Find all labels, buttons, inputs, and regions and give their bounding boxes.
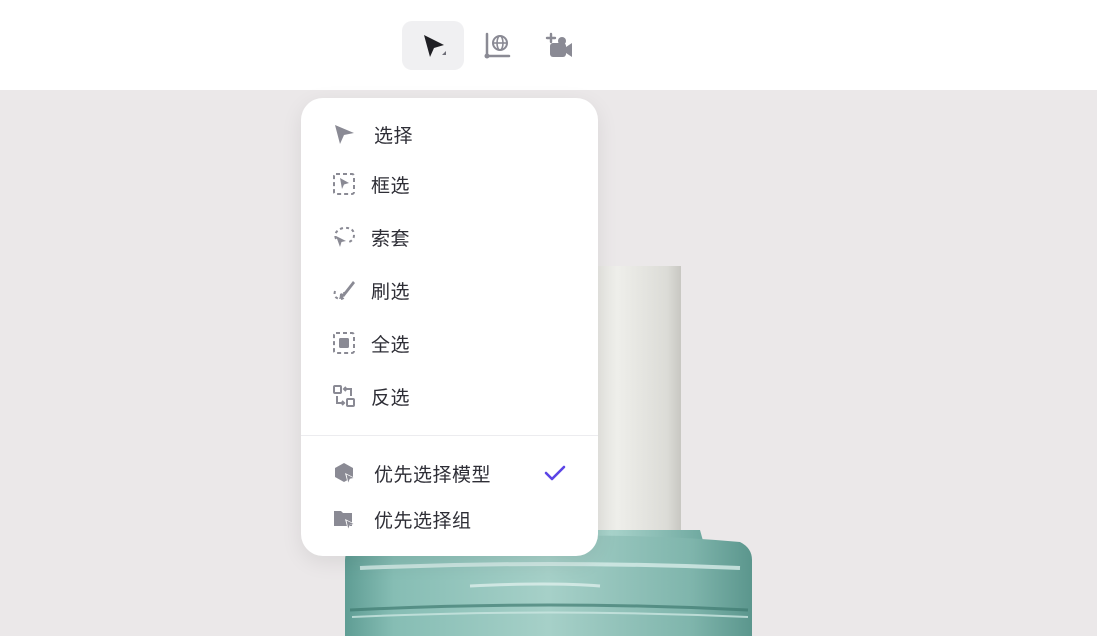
menu-item-label: 优先选择模型: [374, 463, 492, 486]
menu-item-label: 索套: [371, 227, 411, 250]
menu-item-label: 选择: [374, 124, 414, 147]
checkmark-icon: [543, 461, 567, 485]
world-axis-tool-button[interactable]: [466, 21, 528, 70]
menu-item-select[interactable]: 选择: [301, 112, 598, 156]
group-priority-icon: [332, 507, 356, 531]
add-camera-icon: [542, 29, 576, 63]
menu-item-label: 优先选择组: [374, 509, 472, 532]
menu-item-select-all[interactable]: 全选: [301, 321, 598, 365]
menu-item-label: 刷选: [371, 280, 411, 303]
box-select-icon: [332, 172, 356, 196]
model-priority-icon: [332, 461, 356, 485]
invert-select-icon: [332, 384, 356, 408]
menu-item-brush-select[interactable]: 刷选: [301, 268, 598, 312]
menu-divider: [301, 435, 598, 436]
menu-item-invert-select[interactable]: 反选: [301, 374, 598, 418]
pointer-icon: [332, 122, 356, 146]
app-page: 选择 框选 索套 刷选 全选 反选 优先选择模型 优先选择组: [0, 0, 1097, 636]
menu-item-box-select[interactable]: 框选: [301, 162, 598, 206]
pointer-icon: [413, 26, 453, 66]
menu-option-prefer-model[interactable]: 优先选择模型: [301, 451, 598, 495]
lasso-icon: [332, 225, 356, 249]
menu-item-label: 框选: [371, 174, 411, 197]
top-toolbar: [0, 0, 1097, 90]
add-camera-tool-button[interactable]: [528, 21, 590, 70]
select-tool-button[interactable]: [402, 21, 464, 70]
select-all-icon: [332, 331, 356, 355]
select-mode-menu: 选择 框选 索套 刷选 全选 反选 优先选择模型 优先选择组: [301, 98, 598, 556]
menu-item-label: 全选: [371, 333, 411, 356]
menu-item-label: 反选: [371, 386, 411, 409]
world-axis-icon: [480, 29, 514, 63]
menu-item-lasso[interactable]: 索套: [301, 215, 598, 259]
menu-option-prefer-group[interactable]: 优先选择组: [301, 497, 598, 541]
brush-select-icon: [332, 278, 356, 302]
